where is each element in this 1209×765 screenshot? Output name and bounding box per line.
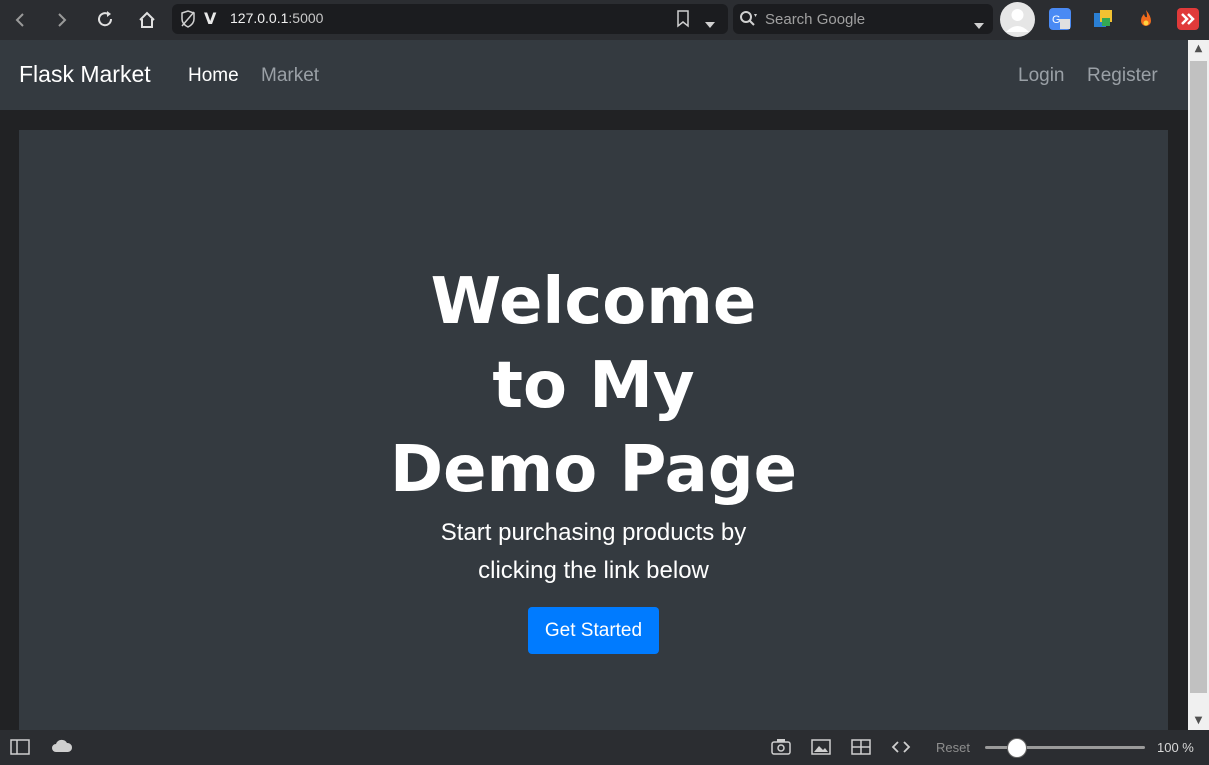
- search-bar[interactable]: Search Google: [733, 4, 993, 34]
- nav-link-register[interactable]: Register: [1087, 65, 1158, 87]
- url-port: :5000: [288, 10, 324, 26]
- url-text[interactable]: 127.0.0.1:5000: [230, 10, 323, 26]
- nav-link-home[interactable]: Home: [188, 65, 239, 87]
- zoom-reset-button[interactable]: Reset: [936, 740, 970, 755]
- page-scrollbar[interactable]: ▲ ▼: [1188, 40, 1209, 730]
- browser-toolbar: V 127.0.0.1:5000 Search Google G: [0, 0, 1209, 40]
- hero-title-line: to My: [492, 349, 695, 423]
- cloud-icon[interactable]: [51, 738, 73, 756]
- vivaldi-icon: V: [204, 9, 217, 28]
- svg-text:G: G: [1052, 14, 1061, 26]
- zoom-slider-thumb[interactable]: [1007, 738, 1027, 758]
- shield-icon[interactable]: [180, 10, 196, 32]
- translate-icon[interactable]: G: [1049, 8, 1071, 30]
- hero-title: Welcome to My Demo Page: [19, 260, 1168, 512]
- brand-link[interactable]: Flask Market: [19, 61, 151, 88]
- hero-subtitle-line: clicking the link below: [478, 557, 709, 584]
- scroll-down-icon[interactable]: ▼: [1188, 712, 1209, 729]
- hero-subtitle-line: Start purchasing products by: [440, 519, 747, 546]
- zoom-level-label: 100 %: [1157, 740, 1194, 755]
- search-placeholder: Search Google: [765, 11, 866, 28]
- home-icon[interactable]: [133, 6, 161, 34]
- status-bar: Reset 100 %: [0, 730, 1209, 765]
- nav-link-login[interactable]: Login: [1018, 65, 1065, 87]
- hero-title-line: Welcome: [430, 265, 757, 339]
- fire-icon[interactable]: [1135, 8, 1157, 30]
- hero-subtitle: Start purchasing products by clicking th…: [19, 514, 1168, 590]
- reload-icon[interactable]: [91, 6, 119, 34]
- url-host: 127.0.0.1: [230, 10, 289, 26]
- navbar: Flask Market Home Market Login Register: [0, 40, 1188, 110]
- search-dropdown-icon[interactable]: [973, 15, 985, 34]
- back-icon[interactable]: [6, 6, 34, 34]
- address-bar[interactable]: V 127.0.0.1:5000: [172, 4, 728, 34]
- search-icon: [739, 10, 759, 32]
- forward-icon[interactable]: [48, 6, 76, 34]
- scroll-thumb[interactable]: [1190, 61, 1207, 693]
- hero-title-line: Demo Page: [389, 433, 798, 507]
- dropdown-icon[interactable]: [704, 14, 716, 33]
- avatar-icon[interactable]: [1000, 2, 1035, 37]
- get-started-button[interactable]: Get Started: [528, 607, 659, 654]
- nav-link-market[interactable]: Market: [261, 65, 319, 87]
- pocket-icon[interactable]: [1177, 8, 1199, 30]
- scroll-up-icon[interactable]: ▲: [1188, 40, 1209, 57]
- code-icon[interactable]: [891, 738, 911, 756]
- panel-icon[interactable]: [10, 738, 30, 756]
- camera-icon[interactable]: [771, 738, 791, 756]
- web-page: Flask Market Home Market Login Register …: [0, 40, 1188, 730]
- extension-icon[interactable]: [1092, 8, 1114, 30]
- hero-section: Welcome to My Demo Page Start purchasing…: [19, 130, 1168, 730]
- tile-icon[interactable]: [851, 738, 871, 756]
- bookmark-icon[interactable]: [676, 10, 690, 32]
- image-icon[interactable]: [811, 738, 831, 756]
